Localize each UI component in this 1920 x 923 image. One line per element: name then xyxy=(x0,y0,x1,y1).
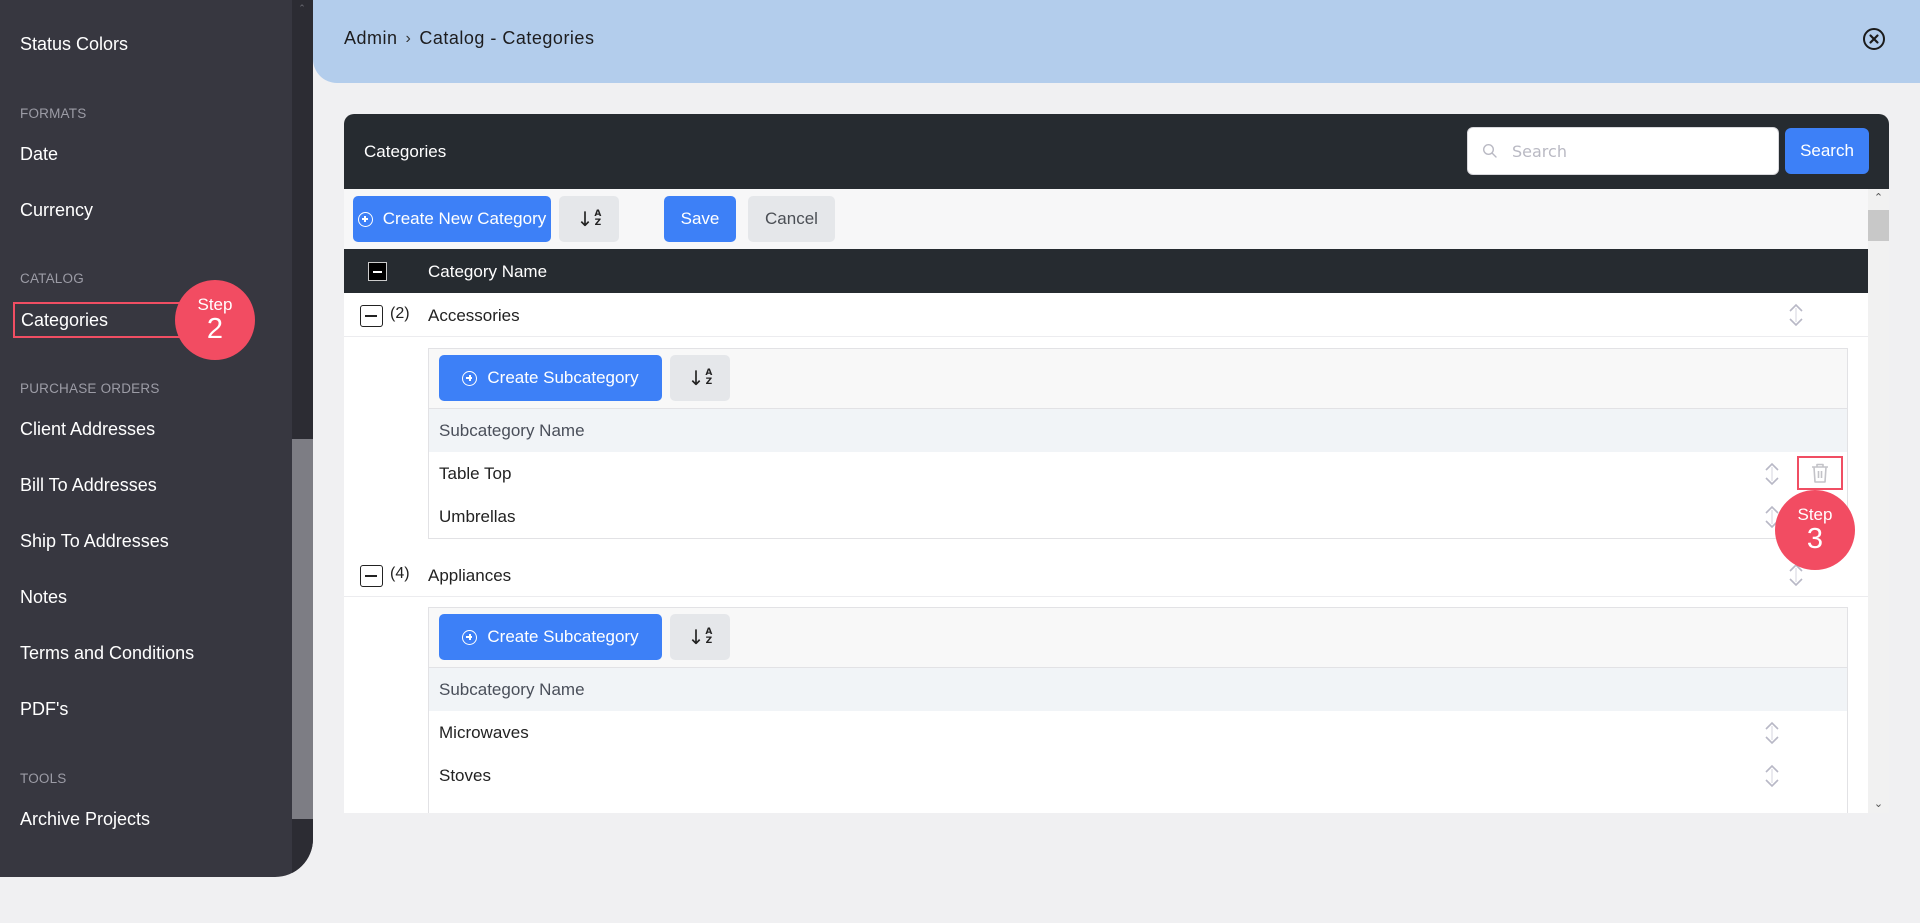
sort-subcategories-button[interactable]: ↓ A Z xyxy=(670,355,730,401)
create-subcategory-button[interactable]: Create Subcategory xyxy=(439,355,662,401)
subcategory-panel: Create Subcategory ↓ A Z Subcategory Name … xyxy=(428,607,1848,813)
sort-subcategories-button[interactable]: ↓ A Z xyxy=(670,614,730,660)
category-row: (4) Appliances xyxy=(344,553,1868,597)
close-icon[interactable] xyxy=(1862,27,1886,51)
chevron-right-icon: › xyxy=(405,29,412,47)
plus-circle-icon xyxy=(462,629,478,645)
subcategory-row-partial xyxy=(429,797,1847,813)
create-subcategory-label: Create Subcategory xyxy=(487,627,639,646)
subcategory-row: Umbrellas xyxy=(429,495,1847,538)
step-label: Step xyxy=(197,295,233,314)
sidebar-scroll-thumb[interactable] xyxy=(292,439,313,819)
sort-categories-button[interactable]: ↓ A Z xyxy=(559,196,619,242)
categories-card: Categories Search Create New Category ↓A… xyxy=(344,114,1889,813)
create-subcategory-button[interactable]: Create Subcategory xyxy=(439,614,662,660)
subcategory-toolbar: Create Subcategory ↓ A Z xyxy=(429,349,1847,409)
card-scroll-thumb[interactable] xyxy=(1868,210,1889,241)
card-title: Categories xyxy=(364,142,447,161)
sidebar-item-currency[interactable]: Currency xyxy=(20,200,93,221)
sidebar-item-bill-to-addresses[interactable]: Bill To Addresses xyxy=(20,475,157,496)
sidebar-item-ship-to-addresses[interactable]: Ship To Addresses xyxy=(20,531,169,552)
category-list: Create New Category ↓ A Z Save Cancel Cate… xyxy=(344,189,1868,813)
category-name: Accessories xyxy=(428,306,520,325)
subcategory-row: Microwaves xyxy=(429,711,1847,754)
subcategory-name[interactable]: Umbrellas xyxy=(439,507,516,527)
sidebar-item-date[interactable]: Date xyxy=(20,144,58,165)
collapse-toggle[interactable] xyxy=(360,565,383,587)
plus-circle-icon xyxy=(462,370,478,386)
column-header-subcategory-name: Subcategory Name xyxy=(439,421,585,440)
step-number: 3 xyxy=(1806,523,1824,555)
reorder-handle-icon[interactable] xyxy=(1788,302,1804,328)
reorder-handle-icon[interactable] xyxy=(1764,461,1780,487)
delete-subcategory-button[interactable] xyxy=(1797,456,1843,490)
sidebar-item-categories[interactable]: Categories xyxy=(13,302,193,338)
create-new-category-button[interactable]: Create New Category xyxy=(353,196,551,242)
subcategory-header: Subcategory Name xyxy=(429,409,1847,452)
breadcrumb-current: Catalog - Categories xyxy=(419,28,595,48)
collapse-all-checkbox[interactable] xyxy=(368,262,387,281)
plus-circle-icon xyxy=(357,211,373,227)
sidebar-item-archive-projects[interactable]: Archive Projects xyxy=(20,809,150,830)
subcategory-row: Stoves xyxy=(429,754,1847,797)
trash-icon xyxy=(1812,463,1828,483)
sidebar-item-client-addresses[interactable]: Client Addresses xyxy=(20,419,155,440)
sidebar-item-status-colors[interactable]: Status Colors xyxy=(20,34,128,55)
column-header-subcategory-name: Subcategory Name xyxy=(439,680,585,699)
card-scrollbar[interactable]: ⌃ ⌄ xyxy=(1868,189,1889,813)
step-2-badge: Step 2 xyxy=(175,280,255,360)
category-row: (2) Accessories xyxy=(344,293,1868,337)
column-header-category-name: Category Name xyxy=(428,262,548,281)
reorder-handle-icon[interactable] xyxy=(1764,720,1780,746)
breadcrumb-admin[interactable]: Admin xyxy=(344,28,398,49)
subcategory-name[interactable]: Microwaves xyxy=(439,723,529,743)
search-button[interactable]: Search xyxy=(1785,128,1869,174)
category-name: Appliances xyxy=(428,566,512,585)
cancel-button[interactable]: Cancel xyxy=(748,196,835,242)
sidebar-item-pdfs[interactable]: PDF's xyxy=(20,699,68,720)
step-label: Step xyxy=(1797,505,1833,524)
subcategory-name[interactable]: Stoves xyxy=(439,766,491,786)
breadcrumb: Admin › Catalog - Categories xyxy=(344,28,594,49)
page-header: Admin › Catalog - Categories xyxy=(313,0,1920,83)
scroll-down-icon[interactable]: ⌄ xyxy=(1868,798,1889,810)
save-button[interactable]: Save xyxy=(664,196,736,242)
sort-az-icon: ↓ A Z xyxy=(576,207,602,231)
subcategory-row: Table Top xyxy=(429,452,1847,495)
sidebar-item-terms-and-conditions[interactable]: Terms and Conditions xyxy=(20,643,194,664)
sort-az-icon: ↓ A Z xyxy=(687,366,713,390)
subcategory-header: Subcategory Name xyxy=(429,668,1847,711)
create-subcategory-label: Create Subcategory xyxy=(487,368,639,387)
sidebar: Status Colors FORMATS Date Currency CATA… xyxy=(0,0,313,877)
sidebar-section-purchase-orders: PURCHASE ORDERS xyxy=(20,381,160,396)
reorder-handle-icon[interactable] xyxy=(1764,763,1780,789)
sort-az-icon: ↓ A Z xyxy=(687,625,713,649)
search-input[interactable] xyxy=(1512,128,1767,174)
subcategory-count: (2) xyxy=(390,305,410,322)
sidebar-item-notes[interactable]: Notes xyxy=(20,587,67,608)
step-number: 2 xyxy=(206,313,224,345)
sidebar-scrollbar[interactable]: ⌃ ⌄ xyxy=(292,0,313,877)
subcategory-panel: Create Subcategory ↓ A Z Subcategory Name … xyxy=(428,348,1848,539)
sidebar-section-tools: TOOLS xyxy=(20,771,67,786)
scroll-up-icon[interactable]: ⌃ xyxy=(296,4,308,13)
subcategory-count: (4) xyxy=(390,565,410,582)
step-3-badge: Step 3 xyxy=(1775,490,1855,570)
subcategory-toolbar: Create Subcategory ↓ A Z xyxy=(429,608,1847,668)
table-header: Category Name xyxy=(344,249,1868,293)
collapse-toggle[interactable] xyxy=(360,305,383,327)
create-new-category-label: Create New Category xyxy=(382,209,547,228)
subcategory-name[interactable]: Table Top xyxy=(439,464,511,484)
sidebar-section-catalog: CATALOG xyxy=(20,271,84,286)
search-field[interactable] xyxy=(1467,127,1779,175)
search-icon xyxy=(1482,143,1497,158)
category-toolbar: Create New Category ↓ A Z Save Cancel xyxy=(344,189,1868,249)
sidebar-section-formats: FORMATS xyxy=(20,106,87,121)
scroll-down-icon[interactable]: ⌄ xyxy=(296,865,308,874)
card-header: Categories Search xyxy=(344,114,1889,189)
scroll-up-icon[interactable]: ⌃ xyxy=(1868,192,1889,204)
